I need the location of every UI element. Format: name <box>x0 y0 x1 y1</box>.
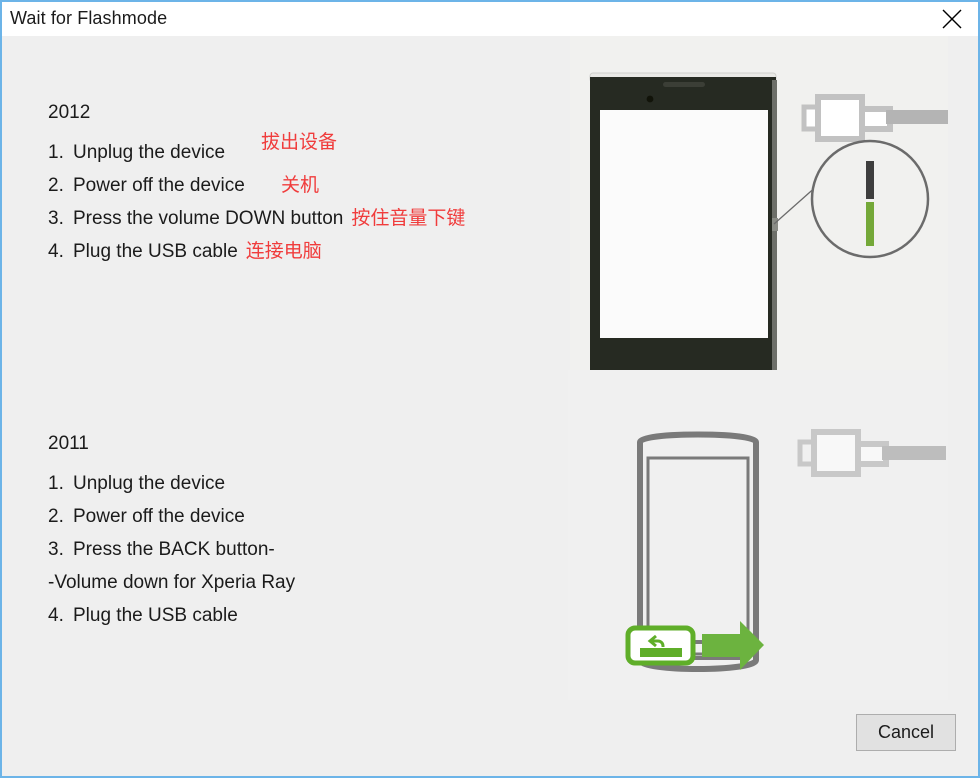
illustration-2012 <box>570 36 948 370</box>
titlebar: Wait for Flashmode <box>2 0 978 36</box>
step-text: Press the volume DOWN button <box>73 208 344 229</box>
wait-for-flashmode-dialog: Wait for Flashmode 2012 1. Unplug the dev… <box>0 0 980 778</box>
step-text: Power off the device <box>73 506 245 527</box>
close-button[interactable] <box>930 2 974 36</box>
step-annotation-cn: 按住音量下键 <box>351 208 466 229</box>
step-number: 1. <box>48 473 64 494</box>
step-number: 3. <box>48 208 64 229</box>
page-title: Wait for Flashmode <box>10 8 168 28</box>
close-icon <box>940 7 964 31</box>
step-text: Unplug the device <box>73 473 226 494</box>
step-2011-1: 1. Unplug the device <box>48 467 558 500</box>
step-2011-3: 3. Press the BACK button- <box>48 533 558 566</box>
step-text: Power off the device <box>73 175 245 196</box>
instruction-group-2011: 2011 1. Unplug the device 2. Power off the… <box>48 434 558 632</box>
step-number: 1. <box>48 142 64 163</box>
step-2012-2: 2. Power off the device 关机 <box>48 169 558 202</box>
step-number: 2. <box>48 506 64 527</box>
step-text: Plug the USB cable <box>73 241 238 262</box>
back-button-highlight <box>625 625 696 666</box>
phone-illustration <box>589 72 778 370</box>
volume-button-callout <box>810 139 930 259</box>
step-number: 4. <box>48 241 64 262</box>
step-2012-1: 1. Unplug the device 拔出设备 <box>48 132 558 169</box>
step-2011-4: 4. Plug the USB cable <box>48 599 558 632</box>
illustration-2011 <box>568 370 948 700</box>
step-number: 2. <box>48 175 64 196</box>
step-2012-4: 4. Plug the USB cable 连接电脑 <box>48 235 558 268</box>
dialog-body: 2012 1. Unplug the device 拔出设备 2. Power off… <box>2 36 978 776</box>
step-number: 4. <box>48 605 64 626</box>
step-annotation-cn: 关机 <box>281 175 320 196</box>
cancel-button[interactable]: Cancel <box>856 714 956 751</box>
step-2012-3: 3. Press the volume DOWN button 按住音量下键 <box>48 202 558 235</box>
instruction-group-2012: 2012 1. Unplug the device 拔出设备 2. Power off… <box>48 103 558 268</box>
step-text: Plug the USB cable <box>73 605 238 626</box>
step-text: Unplug the device <box>73 142 226 163</box>
group-title-2012: 2012 <box>48 102 91 123</box>
step-2011-3-subline: -Volume down for Xperia Ray <box>48 572 296 593</box>
group-title-2011: 2011 <box>48 433 89 454</box>
step-number: 3. <box>48 539 64 560</box>
step-2011-2: 2. Power off the device <box>48 500 558 533</box>
step-annotation-cn: 拔出设备 <box>261 132 338 153</box>
step-annotation-cn: 连接电脑 <box>245 241 322 262</box>
step-text: Press the BACK button- <box>73 539 275 560</box>
